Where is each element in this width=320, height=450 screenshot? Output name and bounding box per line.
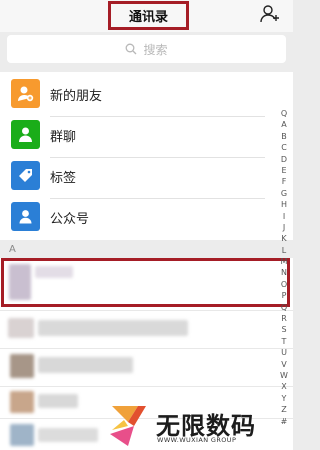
contact-avatar[interactable] xyxy=(8,318,34,338)
index-letter[interactable]: P xyxy=(277,290,291,301)
group-chat-row[interactable]: 群聊 xyxy=(0,115,293,155)
index-letter[interactable]: S xyxy=(277,324,291,335)
index-letter[interactable]: C xyxy=(277,142,291,153)
index-letter[interactable]: H xyxy=(277,199,291,210)
index-letter[interactable]: O xyxy=(277,279,291,290)
divider xyxy=(0,348,293,349)
contact-avatar[interactable] xyxy=(10,391,34,413)
index-letter[interactable]: D xyxy=(277,154,291,165)
search-icon xyxy=(126,43,137,55)
contact-name xyxy=(38,394,78,408)
index-letter[interactable]: B xyxy=(277,131,291,142)
contact-name xyxy=(38,320,188,336)
tag-icon xyxy=(11,161,40,190)
index-letter[interactable]: V xyxy=(277,359,291,370)
new-friends-label: 新的朋友 xyxy=(50,88,103,104)
new-friends-icon xyxy=(11,79,40,108)
index-letter[interactable]: U xyxy=(277,347,291,358)
section-header: A xyxy=(9,244,16,255)
title-highlight-box: 通讯录 xyxy=(108,1,189,30)
index-letter[interactable]: L xyxy=(277,245,291,256)
contact-avatar[interactable] xyxy=(10,424,34,446)
contact-name xyxy=(38,357,133,373)
watermark: 无限数码 WWW.WUXIAN GROUP xyxy=(108,404,280,448)
index-letter[interactable]: R xyxy=(277,313,291,324)
top-bar: 通讯录 xyxy=(0,0,293,32)
watermark-logo xyxy=(110,406,146,446)
watermark-sub: WWW.WUXIAN GROUP xyxy=(157,436,237,444)
index-letter[interactable]: Q xyxy=(277,108,291,119)
index-letter[interactable]: G xyxy=(277,188,291,199)
divider xyxy=(0,310,293,311)
index-letter[interactable]: W xyxy=(277,370,291,381)
index-letter[interactable]: Q xyxy=(277,302,291,313)
contact-highlight-box xyxy=(1,258,290,307)
index-letter[interactable]: K xyxy=(277,233,291,244)
new-friends-row[interactable]: 新的朋友 xyxy=(0,74,293,114)
index-letter[interactable]: Y xyxy=(277,393,291,404)
index-letter[interactable]: I xyxy=(277,211,291,222)
contact-name xyxy=(38,428,98,442)
add-friend-icon[interactable] xyxy=(259,3,281,25)
official-account-icon xyxy=(11,202,40,231)
tags-label: 标签 xyxy=(50,170,77,186)
official-accounts-label: 公众号 xyxy=(50,211,90,227)
official-accounts-row[interactable]: 公众号 xyxy=(0,197,293,237)
index-letter[interactable]: A xyxy=(277,119,291,130)
tags-row[interactable]: 标签 xyxy=(0,156,293,196)
index-letter[interactable]: T xyxy=(277,336,291,347)
index-letter[interactable]: F xyxy=(277,176,291,187)
group-chat-icon xyxy=(11,120,40,149)
alphabet-index[interactable]: Q A B C D E F G H I J K L M N O P Q R S T U V W X Y Z # xyxy=(277,108,291,427)
index-letter[interactable]: E xyxy=(277,165,291,176)
index-letter[interactable]: M xyxy=(277,256,291,267)
index-letter[interactable]: N xyxy=(277,267,291,278)
search-bar[interactable]: 搜索 xyxy=(7,35,286,63)
divider xyxy=(0,386,293,387)
search-placeholder: 搜索 xyxy=(143,42,168,57)
group-chat-label: 群聊 xyxy=(50,129,77,145)
index-letter[interactable]: X xyxy=(277,381,291,392)
page-title: 通讯录 xyxy=(128,10,168,25)
contact-avatar[interactable] xyxy=(10,354,34,378)
index-letter[interactable]: J xyxy=(277,222,291,233)
